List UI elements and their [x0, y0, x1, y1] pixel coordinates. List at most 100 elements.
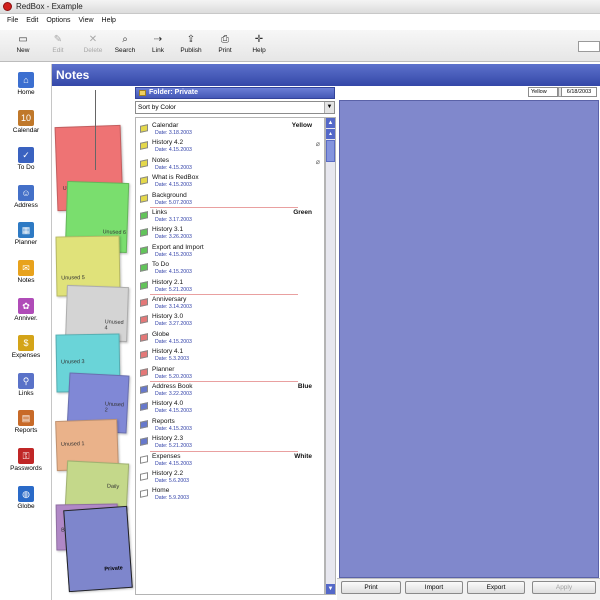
- note-icon: [140, 124, 148, 133]
- nav-item-home[interactable]: ⌂ Home: [0, 70, 52, 108]
- note-icon: [140, 193, 148, 203]
- apply-button[interactable]: Apply: [532, 581, 596, 594]
- export-button[interactable]: Export: [467, 581, 525, 594]
- sticky-note-label: Unused 3: [60, 359, 85, 366]
- nav-item-reports[interactable]: ▤ Reports: [0, 408, 52, 446]
- note-list-item[interactable]: Notes Date: 4.15.2003 ⌀: [140, 157, 324, 174]
- note-list-item[interactable]: History 3.0 Date: 3.27.2003: [140, 313, 324, 330]
- chevron-down-icon[interactable]: ▼: [324, 102, 334, 113]
- sticky-notes-stack: Unused 7Unused 6Unused 5Unused 4Unused 3…: [52, 86, 134, 600]
- nav-item-planner[interactable]: ▦ Planner: [0, 220, 52, 258]
- menu-view[interactable]: View: [78, 17, 93, 29]
- nav-item-calendar[interactable]: 10 Calendar: [0, 108, 52, 146]
- nav-item-label: Planner: [14, 239, 38, 247]
- sticky-note-private[interactable]: Private: [63, 505, 133, 593]
- note-list-item[interactable]: History 4.2 Date: 4.15.2003 ⌀: [140, 139, 324, 156]
- nav-item-label: To Do: [17, 164, 35, 172]
- nav-item-label: Passwords: [10, 465, 42, 472]
- scroll-down-icon[interactable]: ▼: [326, 584, 335, 594]
- address-icon: ☺: [18, 184, 34, 201]
- search-button[interactable]: ⌕ Search: [108, 33, 142, 60]
- note-date: Date: 4.15.2003: [155, 425, 192, 432]
- sort-dropdown[interactable]: Sort by Color ▼: [135, 101, 335, 114]
- toolbar-label: Print: [218, 47, 232, 54]
- scroll-thumb[interactable]: [326, 140, 335, 162]
- note-list-item[interactable]: History 2.2 Date: 5.6.2003: [140, 470, 324, 487]
- note-icon: [140, 280, 148, 290]
- note-date: Date: 5.07.2003: [155, 199, 192, 206]
- note-icon: [140, 472, 148, 481]
- page-title: Notes: [56, 68, 90, 82]
- note-list-item[interactable]: History 4.0 Date: 4.15.2003: [140, 400, 324, 417]
- sticky-note-daily[interactable]: Daily: [64, 460, 130, 510]
- link-button[interactable]: ⇢ Link: [141, 33, 175, 60]
- print-button[interactable]: ⎙ Print: [208, 33, 242, 60]
- toolbar-label: Link: [152, 47, 164, 54]
- note-date: Date: 3.26.2003: [155, 234, 192, 241]
- sticky-note-label: Unused 4: [104, 319, 124, 332]
- menu-edit[interactable]: Edit: [26, 17, 38, 29]
- toolbar-label: Help: [252, 47, 266, 54]
- nav-item-address[interactable]: ☺ Address: [0, 183, 52, 221]
- todo-icon: ✓: [18, 147, 34, 164]
- note-list-item[interactable]: Expenses Date: 4.15.2003: [140, 453, 324, 470]
- note-icon: [140, 245, 148, 255]
- nav-item-links[interactable]: ⚲ Links: [0, 371, 52, 409]
- nav-item-label: Home: [17, 89, 35, 96]
- note-icon: [140, 350, 148, 360]
- note-list-item[interactable]: History 3.1 Date: 3.26.2003: [140, 226, 324, 243]
- publish-button[interactable]: ⇪ Publish: [174, 33, 208, 60]
- note-list-item[interactable]: Calendar Date: 3.18.2003: [140, 122, 324, 139]
- note-title: History 4.0: [152, 400, 184, 408]
- nav-item-to-do[interactable]: ✓ To Do: [0, 145, 52, 183]
- note-title: Anniversary: [152, 296, 187, 303]
- delete-button[interactable]: ✕ Delete: [76, 33, 110, 60]
- note-date: Date: 4.15.2003: [155, 251, 192, 258]
- note-list-item[interactable]: Anniversary Date: 3.14.2003: [140, 296, 324, 313]
- notes-list-scrollbar[interactable]: ▲ ▴ ▼: [325, 117, 336, 595]
- toolbar-search-field[interactable]: [578, 41, 600, 52]
- note-list-item[interactable]: Reports Date: 4.15.2003: [140, 418, 324, 435]
- note-title: Expenses: [152, 452, 181, 460]
- edit-button[interactable]: ✎ Edit: [41, 33, 75, 60]
- note-color-dropdown[interactable]: Yellow ▼: [528, 87, 567, 97]
- nav-item-expenses[interactable]: $ Expenses: [0, 333, 52, 371]
- group-divider: [150, 207, 298, 208]
- note-list-item[interactable]: What is RedBox Date: 4.15.2003: [140, 174, 324, 191]
- link-icon: ⇢: [153, 34, 163, 45]
- nav-item-notes[interactable]: ✉ Notes: [0, 258, 52, 296]
- note-title: History 2.2: [152, 470, 184, 477]
- links-icon: ⚲: [18, 372, 34, 389]
- key-icon: ⚿: [18, 448, 34, 464]
- nav-item-globe[interactable]: ◍ Globe: [0, 484, 52, 522]
- scroll-up-icon[interactable]: ▲: [326, 118, 335, 128]
- note-date: Date: 4.15.2003: [155, 460, 192, 467]
- menu-help[interactable]: Help: [102, 17, 116, 29]
- nav-item-anniver[interactable]: ✿ Anniver.: [0, 296, 52, 334]
- nav-item-passwords[interactable]: ⚿ Passwords: [0, 446, 52, 484]
- note-list-item[interactable]: To Do Date: 4.15.2003: [140, 261, 324, 278]
- print-icon: ⎙: [221, 34, 229, 45]
- note-editor[interactable]: [339, 100, 599, 578]
- import-button[interactable]: Import: [405, 581, 463, 594]
- menu-file[interactable]: File: [7, 17, 18, 29]
- menu-options[interactable]: Options: [46, 17, 70, 29]
- note-title: History 2.1: [152, 278, 184, 286]
- note-list-item[interactable]: History 4.1 Date: 5.3.2003: [140, 348, 324, 365]
- note-list-item[interactable]: Links Date: 3.17.2003: [140, 209, 324, 226]
- scroll-up-page-icon[interactable]: ▴: [326, 129, 335, 139]
- note-color-value: Yellow: [531, 89, 547, 95]
- note-title: To Do: [152, 261, 169, 269]
- note-date-field[interactable]: 6/18/2003: [561, 87, 597, 97]
- nav-item-label: Anniver.: [14, 314, 38, 322]
- toolbar-label: New: [16, 47, 30, 54]
- new-button[interactable]: ▭ New: [6, 33, 40, 60]
- print-button[interactable]: Print: [341, 581, 401, 594]
- note-list-item[interactable]: Address Book Date: 3.22.2003: [140, 383, 324, 400]
- coins-icon: $: [18, 335, 34, 352]
- note-list-item[interactable]: Home Date: 5.9.2003: [140, 487, 324, 504]
- note-list-item[interactable]: Globe Date: 4.15.2003: [140, 331, 324, 348]
- note-icon: [140, 263, 148, 273]
- help-button[interactable]: ✛ Help: [242, 33, 276, 60]
- note-list-item[interactable]: Export and Import Date: 4.15.2003: [140, 244, 324, 261]
